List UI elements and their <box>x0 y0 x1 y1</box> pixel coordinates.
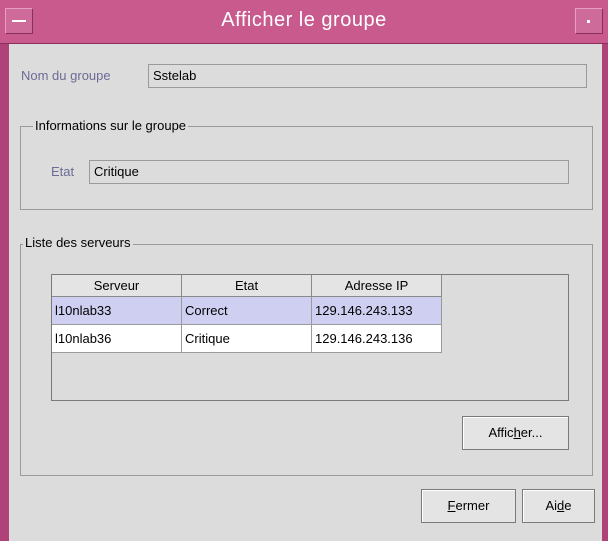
cell-state: Critique <box>182 325 312 353</box>
group-name-label: Nom du groupe <box>21 68 111 83</box>
state-label: Etat <box>51 164 75 179</box>
window-title: Afficher le groupe <box>221 9 387 31</box>
table-header: Serveur Etat Adresse IP <box>52 275 442 297</box>
show-button-mnemonic: h <box>513 425 521 440</box>
close-button[interactable]: Fermer <box>421 489 516 523</box>
close-button-mnemonic: F <box>447 498 456 513</box>
table-row[interactable]: l10nlab36 Critique 129.146.243.136 <box>52 325 442 353</box>
column-header-server[interactable]: Serveur <box>52 275 182 297</box>
show-button-label-b: er... <box>520 425 543 440</box>
server-table: Serveur Etat Adresse IP l10nlab33 Correc… <box>51 274 569 401</box>
show-button-label-a: Affic <box>488 425 514 440</box>
dialog-window: Afficher le groupe Nom du groupe Sstelab… <box>0 0 608 541</box>
cell-ip: 129.146.243.136 <box>312 325 442 353</box>
help-button[interactable]: Aide <box>522 489 595 523</box>
column-header-ip[interactable]: Adresse IP <box>312 275 442 297</box>
minimize-icon <box>587 20 590 23</box>
show-button[interactable]: Afficher... <box>462 416 569 450</box>
server-list-title: Liste des serveurs <box>23 235 133 251</box>
column-header-state[interactable]: Etat <box>182 275 312 297</box>
close-button-label: ermer <box>455 498 490 513</box>
minimize-button[interactable] <box>575 8 603 34</box>
help-button-label-b: e <box>564 498 572 513</box>
title-bar[interactable]: Afficher le groupe <box>0 0 608 44</box>
cell-state: Correct <box>182 297 312 325</box>
cell-server: l10nlab33 <box>52 297 182 325</box>
state-field[interactable]: Critique <box>89 160 569 184</box>
cell-ip: 129.146.243.133 <box>312 297 442 325</box>
group-name-field[interactable]: Sstelab <box>148 64 587 88</box>
dialog-content: Nom du groupe Sstelab Informations sur l… <box>9 44 602 541</box>
table-row[interactable]: l10nlab33 Correct 129.146.243.133 <box>52 297 442 325</box>
group-info-title: Informations sur le groupe <box>33 118 189 134</box>
help-button-label-a: Ai <box>545 498 558 513</box>
cell-server: l10nlab36 <box>52 325 182 353</box>
